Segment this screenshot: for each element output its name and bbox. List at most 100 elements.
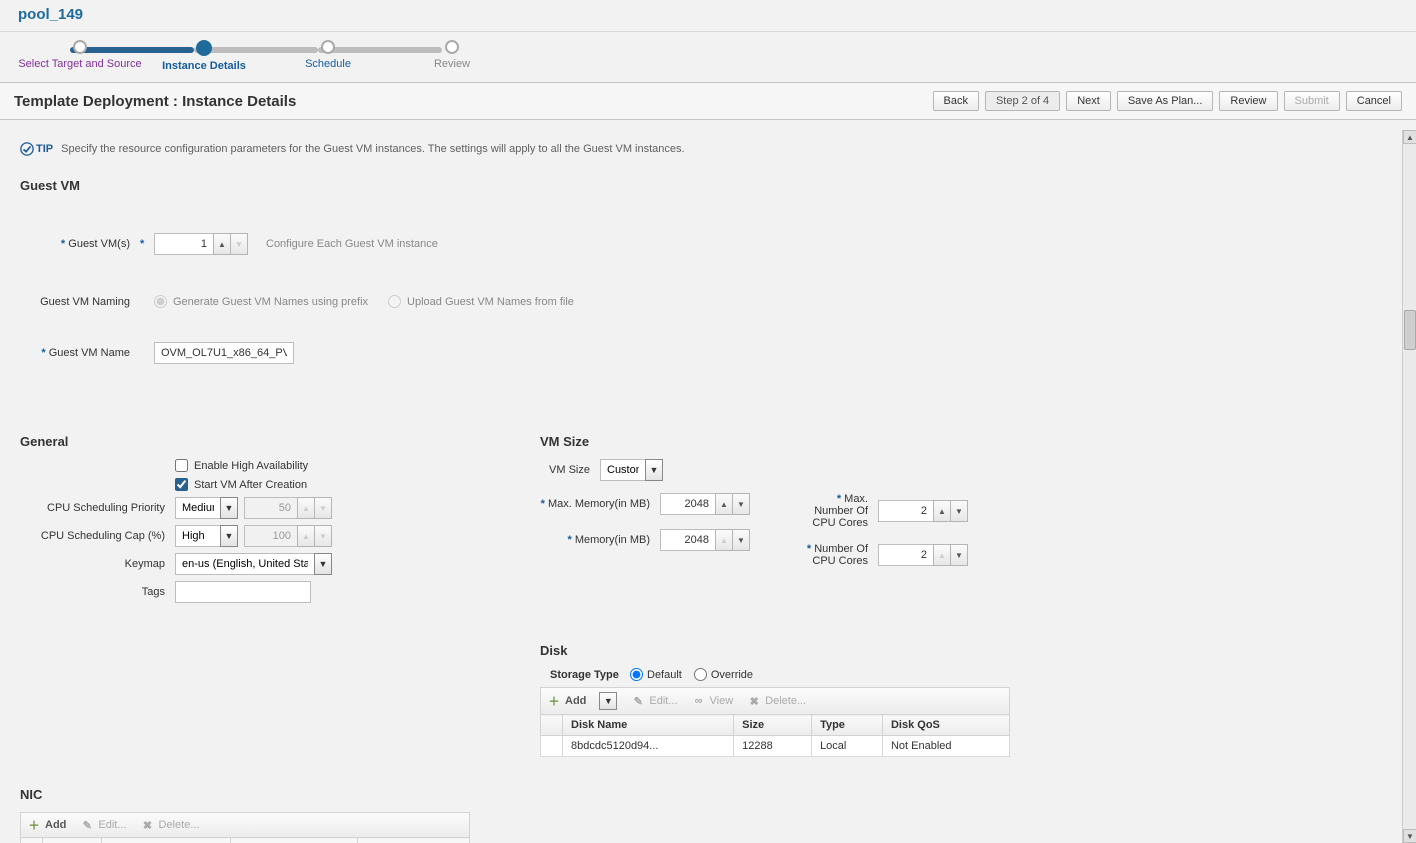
mem-input[interactable] (660, 529, 716, 551)
guest-vm-name-label: Guest VM Name (20, 347, 140, 359)
maxmem-input[interactable] (660, 493, 716, 515)
breadcrumb: pool_149 (0, 0, 1416, 32)
start-vm-checkbox[interactable] (175, 478, 188, 491)
plus-icon: ＋ (547, 693, 561, 709)
cancel-button[interactable]: Cancel (1346, 91, 1402, 111)
cpu-cap-select[interactable] (175, 525, 221, 547)
stepper-up-icon[interactable]: ▲ (715, 529, 733, 551)
vmsize-select[interactable] (600, 459, 646, 481)
wizard-step-schedule[interactable]: Schedule (266, 40, 390, 70)
stepper-down-icon: ▼ (314, 525, 332, 547)
cpu-priority-num-input (244, 497, 298, 519)
nic-edit-button: ✎Edit... (80, 819, 126, 832)
stepper-down-icon[interactable]: ▼ (732, 529, 750, 551)
wizard-step-label[interactable]: Schedule (305, 58, 351, 70)
nic-table: Name Network Type Network MAC Address et… (20, 837, 470, 843)
naming-generate-radio[interactable] (154, 295, 167, 308)
nic-col-mac[interactable]: MAC Address (358, 838, 470, 843)
nic-col-name[interactable]: Name (43, 838, 102, 843)
disk-add-menu[interactable]: ▼ (599, 692, 617, 710)
chevron-down-icon[interactable]: ▼ (220, 525, 238, 547)
scroll-down-icon[interactable]: ▼ (1403, 829, 1416, 843)
stepper-up-icon[interactable]: ▲ (933, 500, 951, 522)
enable-ha-label: Enable High Availability (194, 460, 308, 472)
stepper-down-icon[interactable]: ▼ (950, 500, 968, 522)
x-icon: ✖ (141, 819, 155, 832)
scrollbar[interactable]: ▲ ▼ (1402, 130, 1416, 843)
next-button[interactable]: Next (1066, 91, 1111, 111)
wizard-step-source[interactable]: Select Target and Source (18, 40, 142, 70)
cpu-cap-label: CPU Scheduling Cap (%) (20, 530, 175, 542)
tags-label: Tags (20, 586, 175, 598)
guest-vm-count-label: Guest VM(s) (20, 238, 140, 250)
mem-label: Memory(in MB) (540, 534, 660, 546)
tags-input[interactable] (175, 581, 311, 603)
tip-icon: TIP (20, 142, 53, 156)
pencil-icon: ✎ (631, 695, 645, 708)
cpu-priority-label: CPU Scheduling Priority (20, 502, 175, 514)
nic-col-network[interactable]: Network (230, 838, 358, 843)
disk-add-button[interactable]: ＋Add (547, 693, 586, 709)
tip-bar: TIP Specify the resource configuration p… (20, 140, 1382, 164)
step-circle-icon (196, 40, 212, 56)
stepper-down-icon[interactable]: ▼ (950, 544, 968, 566)
table-row[interactable]: 8bdcdc5120d94... 12288 Local Not Enabled (541, 736, 1010, 757)
cpu-label: Number Of CPU Cores (798, 543, 878, 567)
wizard-step-instance[interactable]: Instance Details (142, 40, 266, 72)
disk-col-type[interactable]: Type (812, 715, 883, 736)
storage-override-label: Override (711, 669, 753, 681)
wizard-step-label[interactable]: Review (434, 58, 470, 70)
cpu-priority-select[interactable] (175, 497, 221, 519)
storage-type-label: Storage Type (540, 669, 630, 681)
step-circle-icon (73, 40, 87, 54)
disk-col-size[interactable]: Size (734, 715, 812, 736)
keymap-label: Keymap (20, 558, 175, 570)
stepper-down-icon: ▼ (314, 497, 332, 519)
step-circle-icon (445, 40, 459, 54)
storage-override-radio[interactable] (694, 668, 707, 681)
storage-default-radio[interactable] (630, 668, 643, 681)
save-as-plan-button[interactable]: Save As Plan... (1117, 91, 1214, 111)
content-pane: TIP Specify the resource configuration p… (0, 130, 1402, 843)
guest-vm-naming-label: Guest VM Naming (20, 296, 140, 308)
guest-vm-count-input[interactable] (154, 233, 214, 255)
wizard-step-label[interactable]: Select Target and Source (18, 58, 141, 70)
maxcpu-input[interactable] (878, 500, 934, 522)
wizard-step-label[interactable]: Instance Details (162, 60, 246, 72)
nic-add-button[interactable]: ＋Add (27, 817, 66, 833)
chevron-down-icon[interactable]: ▼ (645, 459, 663, 481)
cpu-input[interactable] (878, 544, 934, 566)
stepper-up-icon[interactable]: ▲ (715, 493, 733, 515)
enable-ha-checkbox[interactable] (175, 459, 188, 472)
guest-vm-section-title: Guest VM (20, 178, 1382, 193)
keymap-select[interactable] (175, 553, 315, 575)
scrollbar-thumb[interactable] (1404, 310, 1416, 350)
nic-col-ntype[interactable]: Network Type (102, 838, 231, 843)
stepper-down-icon[interactable]: ▼ (230, 233, 248, 255)
vmsize-section-title: VM Size (540, 434, 1050, 449)
vmsize-label: VM Size (540, 464, 600, 476)
disk-delete-button: ✖Delete... (747, 695, 806, 708)
review-button[interactable]: Review (1219, 91, 1277, 111)
stepper-down-icon[interactable]: ▼ (732, 493, 750, 515)
submit-button: Submit (1284, 91, 1340, 111)
disk-toolbar: ＋Add ▼ ✎Edit... ∞View ✖Delete... (540, 687, 1010, 715)
disk-col-qos[interactable]: Disk QoS (882, 715, 1009, 736)
chevron-down-icon[interactable]: ▼ (314, 553, 332, 575)
wizard-train: Select Target and Source Instance Detail… (0, 32, 1416, 82)
tip-label: TIP (36, 143, 53, 155)
guest-vm-name-input[interactable] (154, 342, 294, 364)
naming-upload-radio[interactable] (388, 295, 401, 308)
stepper-up-icon: ▲ (297, 525, 315, 547)
naming-generate-label: Generate Guest VM Names using prefix (173, 296, 368, 308)
stepper-up-icon[interactable]: ▲ (213, 233, 231, 255)
stepper-up-icon: ▲ (297, 497, 315, 519)
stepper-up-icon[interactable]: ▲ (933, 544, 951, 566)
chevron-down-icon[interactable]: ▼ (220, 497, 238, 519)
nic-toolbar: ＋Add ✎Edit... ✖Delete... (20, 812, 470, 838)
back-button[interactable]: Back (933, 91, 979, 111)
wizard-step-review[interactable]: Review (390, 40, 514, 70)
disk-col-name[interactable]: Disk Name (563, 715, 734, 736)
naming-upload-label: Upload Guest VM Names from file (407, 296, 574, 308)
scroll-up-icon[interactable]: ▲ (1403, 130, 1416, 144)
